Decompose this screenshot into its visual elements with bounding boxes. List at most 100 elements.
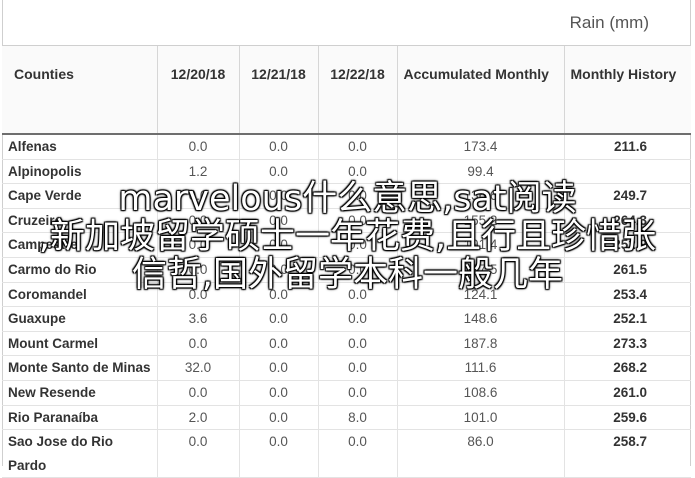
history-cell: 258.7: [563, 429, 691, 478]
rain-day-3-cell: 0.0: [317, 306, 397, 332]
rain-day-3-cell: 0.0: [317, 134, 397, 160]
col-header-counties[interactable]: Counties: [2, 46, 157, 135]
table-row: Alpinopolis 1.2 0.0 0.0 99.4: [2, 159, 691, 185]
rain-day-3-cell: 0.0: [317, 380, 397, 406]
unit-label: Rain (mm): [569, 13, 649, 32]
rain-day-3-cell: 0.0: [317, 183, 397, 209]
table-row: New Resende 0.0 0.0 0.0 108.6 261.0: [2, 380, 691, 406]
accumulated-cell: 101.0: [396, 405, 564, 431]
rain-day-2-cell: 0.0: [238, 355, 318, 381]
table-row: Cruzeiro 0.0 0.0 0.0 155.2 264.3: [2, 208, 691, 234]
rain-day-1-cell: 2.0: [156, 405, 239, 431]
accumulated-cell: 107.5: [396, 257, 564, 283]
rainfall-table: Counties 12/20/18 12/21/18 12/22/18 Accu…: [2, 46, 691, 478]
accumulated-cell: 173.4: [396, 134, 564, 160]
rain-day-3-cell: 0.0: [317, 232, 397, 258]
rain-day-1-cell: 0.0: [156, 183, 239, 209]
rain-day-2-cell: 0.0: [238, 159, 318, 185]
county-cell: Campestre: [2, 232, 157, 258]
history-cell: 261.5: [563, 257, 691, 283]
county-cell: Sao Jose do Rio Pardo: [2, 429, 157, 478]
history-cell: 252.9: [563, 232, 691, 258]
rain-day-1-cell: 1.2: [156, 159, 239, 185]
table-row: Rio Paranaíba 2.0 0.0 8.0 101.0 259.6: [2, 405, 691, 431]
rain-day-1-cell: 0.0: [156, 257, 239, 283]
county-cell: New Resende: [2, 380, 157, 406]
rain-day-3-cell: 0.0: [317, 429, 397, 478]
accumulated-cell: 86.0: [396, 429, 564, 478]
accumulated-cell: 99.4: [396, 159, 564, 185]
col-header-date-2[interactable]: 12/21/18: [238, 46, 318, 135]
county-cell: Guaxupe: [2, 306, 157, 332]
table-row: Coromandel 0.0 0.0 0.0 124.1 253.4: [2, 282, 691, 308]
rain-day-2-cell: 0.0: [238, 183, 318, 209]
rain-day-1-cell: 0.0: [156, 208, 239, 234]
history-cell: 252.1: [563, 306, 691, 332]
county-cell: Monte Santo de Minas: [2, 355, 157, 381]
table-row: Alfenas 0.0 0.0 0.0 173.4 211.6: [2, 134, 691, 160]
accumulated-cell: 124.1: [396, 282, 564, 308]
rain-day-2-cell: 0.0: [238, 405, 318, 431]
accumulated-cell: 148.6: [396, 306, 564, 332]
county-cell: Mount Carmel: [2, 331, 157, 357]
history-cell: 249.7: [563, 183, 691, 209]
rain-day-2-cell: 0.0: [238, 208, 318, 234]
table-row: Cape Verde 0.0 0.0 0.0 136.6 249.7: [2, 183, 691, 209]
table-row: Carmo do Rio 0.0 0.0 0.0 107.5 261.5: [2, 257, 691, 283]
rain-day-1-cell: 0.0: [156, 331, 239, 357]
rain-day-1-cell: 0.0: [156, 134, 239, 160]
rain-day-1-cell: 0.0: [156, 282, 239, 308]
county-cell: Rio Paranaíba: [2, 405, 157, 431]
history-cell: 273.3: [563, 331, 691, 357]
rain-day-2-cell: 0.0: [238, 380, 318, 406]
table-body: Alfenas 0.0 0.0 0.0 173.4 211.6 Alpinopolis 1.2…: [2, 134, 691, 478]
accumulated-cell: 111.6: [396, 355, 564, 381]
county-cell: Cape Verde: [2, 183, 157, 209]
county-cell: Cruzeiro: [2, 208, 157, 234]
accumulated-cell: 191.4: [396, 232, 564, 258]
accumulated-cell: 136.6: [396, 183, 564, 209]
col-header-history[interactable]: Monthly History: [563, 46, 691, 135]
rain-day-3-cell: 0.0: [317, 282, 397, 308]
rain-day-1-cell: 0.0: [156, 232, 239, 258]
rain-day-2-cell: 0.0: [238, 257, 318, 283]
rain-day-1-cell: 3.6: [156, 306, 239, 332]
county-cell: Alpinopolis: [2, 159, 157, 185]
rain-day-3-cell: 0.0: [317, 257, 397, 283]
rain-day-3-cell: 0.0: [317, 159, 397, 185]
history-cell: 268.2: [563, 355, 691, 381]
history-cell: 264.3: [563, 208, 691, 234]
rain-day-3-cell: 0.0: [317, 355, 397, 381]
rain-day-2-cell: 0.0: [238, 429, 318, 478]
rain-day-2-cell: 0.0: [238, 134, 318, 160]
accumulated-cell: 155.2: [396, 208, 564, 234]
county-cell: Alfenas: [2, 134, 157, 160]
rain-day-1-cell: 32.0: [156, 355, 239, 381]
county-cell: Carmo do Rio: [2, 257, 157, 283]
table-header: Counties 12/20/18 12/21/18 12/22/18 Accu…: [2, 46, 691, 135]
history-cell: 261.0: [563, 380, 691, 406]
history-cell: 211.6: [563, 134, 691, 160]
rain-day-3-cell: 0.0: [317, 331, 397, 357]
table-row: Guaxupe 3.6 0.0 0.0 148.6 252.1: [2, 306, 691, 332]
county-cell: Coromandel: [2, 282, 157, 308]
col-header-date-3[interactable]: 12/22/18: [317, 46, 397, 135]
rain-day-3-cell: 8.0: [317, 405, 397, 431]
rain-day-2-cell: 0.0: [238, 331, 318, 357]
table-row: Campestre 0.0 0.0 0.0 191.4 252.9: [2, 232, 691, 258]
history-cell: 259.6: [563, 405, 691, 431]
table-row: Monte Santo de Minas 32.0 0.0 0.0 111.6 268.2: [2, 355, 691, 381]
rain-day-2-cell: 0.0: [238, 306, 318, 332]
col-header-date-1[interactable]: 12/20/18: [156, 46, 239, 135]
rain-day-2-cell: 0.0: [238, 282, 318, 308]
accumulated-cell: 187.8: [396, 331, 564, 357]
rain-day-3-cell: 0.0: [317, 208, 397, 234]
history-cell: 253.4: [563, 282, 691, 308]
rain-day-1-cell: 0.0: [156, 380, 239, 406]
table-row: Sao Jose do Rio Pardo 0.0 0.0 0.0 86.0 258.7: [2, 429, 691, 478]
table-row: Mount Carmel 0.0 0.0 0.0 187.8 273.3: [2, 331, 691, 357]
history-cell: [563, 159, 691, 185]
col-header-accumulated[interactable]: Accumulated Monthly: [396, 46, 564, 135]
accumulated-cell: 108.6: [396, 380, 564, 406]
rain-day-2-cell: 0.0: [238, 232, 318, 258]
